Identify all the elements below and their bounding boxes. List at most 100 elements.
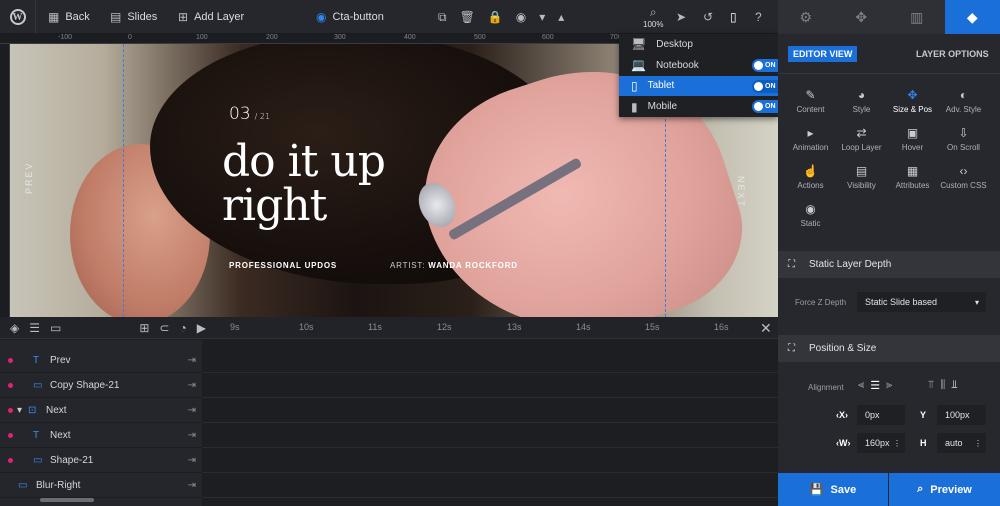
collapse-icon: ⇥ (187, 354, 196, 366)
next-arrow-label[interactable]: NEXT (736, 176, 746, 208)
option-animation[interactable]: ▸ Animation (785, 126, 836, 152)
slide-headline[interactable]: do it up right (222, 140, 386, 228)
device-mobile[interactable]: ▮ Mobile ON (619, 96, 778, 117)
expand-icon: ⛶ (788, 259, 795, 270)
layer-row[interactable]: ▭ Copy Shape-21 ⇥ (0, 373, 202, 398)
option-size-pos[interactable]: ✥ Size & Pos (887, 88, 938, 114)
chevron-down-icon[interactable]: ▾ (539, 10, 545, 24)
device-tablet[interactable]: ▯ Tablet ON (619, 75, 778, 97)
save-button[interactable]: 💾 Save (778, 473, 888, 506)
slide-tagline[interactable]: PROFESSIONAL UPDOS (229, 261, 337, 270)
device-notebook[interactable]: 💻 Notebook ON (619, 55, 778, 76)
desktop-icon: 🖥 (631, 37, 647, 52)
save-icon: 💾 (809, 484, 824, 496)
back-button[interactable]: ▦ Back (48, 0, 90, 34)
eye-icon[interactable]: ◉ (516, 10, 526, 24)
play-icon[interactable]: ▶ (197, 321, 206, 335)
option-attributes[interactable]: ▦ Attributes (887, 164, 938, 190)
device-dropdown: 🖥 Desktop 💻 Notebook ON ▯ Tablet ON ▮ Mobile ON (619, 34, 778, 117)
slides-tab[interactable]: ▥ (889, 0, 945, 34)
list-icon[interactable]: ☰ (29, 321, 40, 335)
settings-tab[interactable]: ⚙ (778, 0, 834, 34)
h-input[interactable]: auto ⋮ (937, 433, 986, 453)
layers-scrollbar[interactable] (40, 498, 94, 502)
align-top-icon[interactable]: ⫪ (928, 379, 934, 392)
tablet-toggle[interactable]: ON (752, 79, 778, 93)
slide-artist[interactable]: ARTIST: WANDA ROCKFORD (390, 261, 518, 270)
collapse-icon: ⇥ (187, 454, 196, 466)
align-middle-icon[interactable]: ⫼ (940, 379, 945, 392)
tablet-device-icon[interactable]: ▯ (730, 0, 737, 34)
layer-row[interactable]: ▭ Blur-Right ⇥ (0, 473, 202, 498)
option-adv-style[interactable]: ◐ Adv. Style (938, 88, 989, 114)
chevron-up-icon[interactable]: ▴ (558, 10, 564, 24)
static-icon: ◉ (805, 202, 816, 216)
move-icon: ✥ (907, 88, 918, 102)
alignment-label: Alignment (808, 383, 844, 392)
grid-snap-icon[interactable]: ⊞ (139, 321, 149, 335)
trash-icon[interactable]: 🗑 (460, 10, 475, 24)
option-hover[interactable]: ▣ Hover (887, 126, 938, 152)
selected-layer-label[interactable]: ◉ Cta-button (316, 0, 384, 34)
x-input[interactable]: 0px (857, 405, 905, 425)
editor-view-badge[interactable]: EDITOR VIEW (788, 46, 858, 62)
zoom-control[interactable]: ⌕ 100% (643, 0, 663, 34)
undo-icon[interactable]: ↺ (703, 0, 713, 34)
layer-row[interactable]: ▭ Shape-21 ⇥ (0, 448, 202, 473)
option-custom-css[interactable]: ‹› Custom CSS (938, 164, 989, 190)
pencil-icon: ✎ (805, 88, 816, 102)
layer-row[interactable]: ▾ ⊡ Next ⇥ (0, 398, 202, 423)
align-left-icon[interactable]: ⫷ (858, 379, 864, 392)
align-right-icon[interactable]: ⫸ (886, 379, 892, 392)
option-visibility[interactable]: ▤ Visibility (836, 164, 887, 190)
expand-caret-icon: ▾ (17, 404, 23, 416)
notebook-toggle[interactable]: ON (752, 58, 778, 72)
help-icon[interactable]: ? (755, 0, 762, 34)
layer-options-label[interactable]: LAYER OPTIONS (916, 49, 989, 59)
layers-tab[interactable]: ◆ (944, 0, 1000, 34)
text-icon: T (33, 429, 40, 441)
align-center-icon[interactable]: ☰ (870, 379, 880, 392)
w-input[interactable]: 160px ⋮ (857, 433, 905, 453)
option-on-scroll[interactable]: ⇩ On Scroll (938, 126, 989, 152)
collapse-icon: ⇥ (187, 479, 196, 491)
magnet-icon[interactable]: ⊂ (159, 321, 169, 335)
timeline-tracks[interactable] (202, 340, 778, 506)
folder-icon[interactable]: ▭ (50, 321, 61, 335)
force-z-select[interactable]: Static Slide based ▾ (857, 292, 986, 312)
option-style[interactable]: ◕ Style (836, 88, 887, 114)
image-icon: ▥ (910, 8, 924, 25)
align-bottom-icon[interactable]: ⫫ (951, 379, 957, 392)
mobile-toggle[interactable]: ON (752, 100, 778, 114)
slides-button[interactable]: ▤ Slides (110, 0, 157, 34)
layer-row[interactable]: T Prev ⇥ (0, 348, 202, 373)
option-loop-layer[interactable]: ⇄ Loop Layer (836, 126, 887, 152)
more-icon: ⋮ (893, 438, 901, 448)
timer-icon[interactable]: ◔ (179, 321, 186, 335)
navigation-tab[interactable]: ✥ (833, 0, 889, 34)
h-label: H (920, 438, 927, 448)
y-input[interactable]: 100px (937, 405, 986, 425)
lock-icon[interactable]: 🔒 (488, 10, 503, 24)
layer-row[interactable]: T Next ⇥ (0, 423, 202, 448)
layers-icon[interactable]: ◈ (10, 321, 19, 335)
device-desktop[interactable]: 🖥 Desktop (619, 34, 778, 55)
add-layer-button[interactable]: ⊞ Add Layer (178, 0, 244, 34)
option-static[interactable]: ◉ Static (785, 202, 836, 228)
close-timeline-icon[interactable]: ✕ (760, 320, 772, 337)
guide-line-left (123, 44, 124, 317)
option-content[interactable]: ✎ Content (785, 88, 836, 114)
static-layer-depth-header[interactable]: ⛶ Static Layer Depth (778, 251, 1000, 278)
cursor-icon[interactable]: ➤ (676, 0, 686, 34)
preview-button[interactable]: ⌕ Preview (889, 473, 1000, 506)
collapse-icon: ⇥ (187, 379, 196, 391)
w-label: ‹W› (836, 438, 851, 448)
wordpress-logo-button[interactable]: W (0, 0, 36, 34)
duplicate-icon[interactable]: ⧉ (438, 10, 447, 25)
prev-arrow-label[interactable]: PREV (24, 161, 34, 194)
position-size-header[interactable]: ⛶ Position & Size (778, 335, 1000, 362)
scroll-icon: ⇩ (958, 126, 969, 140)
slide-number[interactable]: 03/ 21 (229, 104, 270, 124)
option-actions[interactable]: ☝ Actions (785, 164, 836, 190)
palette-icon: ◕ (857, 88, 866, 102)
